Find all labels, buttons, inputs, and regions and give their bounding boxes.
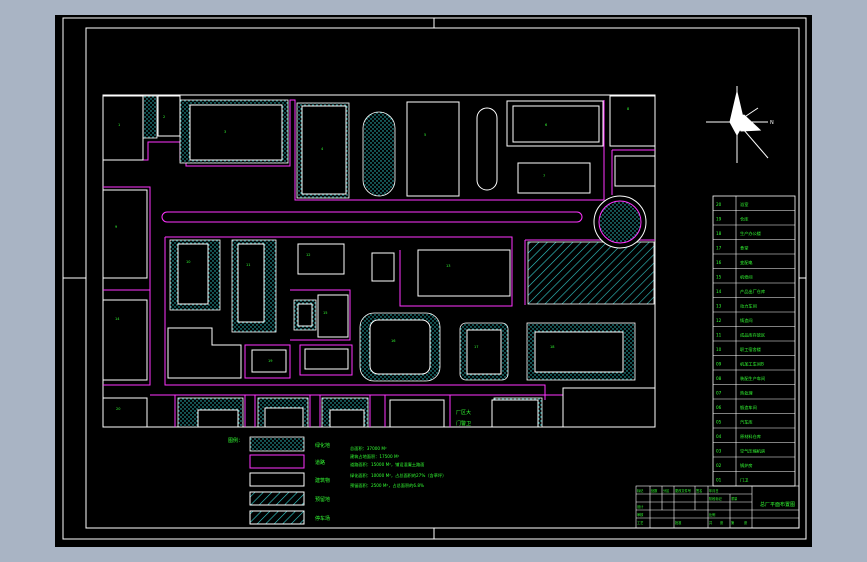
legend-item-text: 道路: [315, 459, 325, 466]
schedule-row-name: 生产办公楼: [740, 230, 761, 237]
legend-swatch-building: [249, 472, 305, 487]
building-label: 18: [550, 345, 554, 349]
schedule-row-name: 成品库存放区: [740, 331, 765, 338]
schedule-row-name: 变配电: [740, 259, 753, 266]
building-label: 12: [306, 253, 310, 257]
note-line: 总面积：37000 M²: [350, 445, 387, 452]
schedule-row-number: 16: [716, 260, 722, 265]
title-block-cell: 工艺: [637, 520, 643, 525]
schedule-row-name: 铸造间: [740, 317, 753, 324]
schedule-row-number: 19: [716, 216, 722, 221]
schedule-row-name: 热处理: [740, 389, 753, 396]
building-label: 13: [446, 264, 450, 268]
roundabout: [593, 195, 647, 249]
building-schedule: 20 浴室 19 仓库 18 生产办公楼 17 食堂 16 变配电 15 机修间 14 产品出厂仓库 13 动…: [712, 195, 796, 487]
note-line: 预留面积：2500 M²，占总面积的6.8%: [350, 482, 424, 489]
building-label: 5: [424, 133, 426, 137]
schedule-row-number: 05: [716, 419, 722, 424]
title-block-cell: 审核: [637, 512, 644, 517]
title-block-cell: 重量: [731, 496, 738, 501]
legend-swatch-parking: [249, 510, 305, 525]
schedule-row-number: 03: [716, 448, 722, 453]
schedule-row-name: 空气压缩机房: [740, 447, 765, 454]
building-label: 20: [116, 407, 120, 411]
legend-item-text: 预留地: [315, 496, 330, 503]
schedule-row-name: 产品出厂仓库: [740, 288, 765, 295]
schedule-row-name: 锅炉房: [740, 462, 753, 469]
note-line: 道路面积：15000 M²，铺设混凝土路面: [350, 461, 424, 468]
schedule-row-name: 机加工车间B: [740, 360, 764, 367]
schedule-row-number: 01: [716, 477, 722, 482]
drawing-title: 总厂平面布置图: [760, 501, 795, 508]
building-label: 9: [115, 225, 117, 229]
building-label: 16: [391, 339, 395, 343]
schedule-row-number: 12: [716, 318, 722, 323]
schedule-row-number: 02: [716, 463, 722, 468]
schedule-row-number: 18: [716, 231, 722, 236]
building-label: 15: [323, 311, 327, 315]
title-block-cell: 分区: [663, 488, 670, 493]
schedule-row-name: 原材料仓库: [740, 433, 761, 440]
note-line: 建筑占地面积：17500 M²: [350, 453, 400, 460]
building-label: 14: [115, 317, 120, 321]
schedule-row-name: 机修间: [740, 273, 753, 280]
schedule-row-number: 13: [716, 303, 722, 308]
schedule-row-number: 15: [716, 274, 722, 279]
building-label: 8: [627, 107, 629, 111]
legend-swatch-road: [249, 454, 305, 469]
title-block-cell: 阶段标记: [709, 496, 723, 501]
cad-viewport: 1 2 3 4 5 6 7 8 9 10 11 12 13 14 15 16 1…: [0, 0, 867, 562]
schedule-row-name: 锻造车间: [740, 404, 757, 411]
legend-item-text: 绿化地: [315, 442, 330, 449]
building-label: 10: [186, 260, 190, 264]
building-label: 17: [474, 345, 478, 349]
building-label: 7: [543, 174, 545, 178]
schedule-row-number: 14: [716, 289, 722, 294]
schedule-row-number: 10: [716, 347, 722, 352]
building-label: 11: [246, 263, 250, 267]
legend-item-text: 停车场: [315, 515, 330, 522]
title-block-cell: 处数: [651, 488, 658, 493]
title-block-cell: 比例: [709, 512, 715, 517]
svg-text:N: N: [770, 120, 774, 126]
schedule-row-number: 06: [716, 405, 722, 410]
title-block-cell: 标记: [637, 488, 644, 493]
legend-item-text: 建筑物: [315, 477, 330, 484]
building-label: 1: [118, 123, 120, 127]
schedule-row-number: 08: [716, 376, 722, 381]
schedule-row-name: 动力车间: [740, 302, 757, 309]
schedule-row-number: 20: [716, 202, 722, 207]
building-label: 2: [163, 115, 165, 119]
title-block-cell: 设计: [637, 504, 644, 509]
schedule-row-name: 食堂: [740, 244, 748, 251]
schedule-row-name: 装配生产车间: [740, 375, 765, 382]
title-block-cell: 年月日: [709, 488, 719, 493]
building-label: 6: [545, 123, 547, 127]
schedule-row-number: 11: [716, 332, 722, 337]
schedule-row-number: 07: [716, 390, 722, 395]
schedule-row-name: 汽车库: [740, 418, 753, 425]
schedule-row-number: 09: [716, 361, 722, 366]
svg-text:门警卫: 门警卫: [456, 420, 471, 427]
schedule-row-name: 浴室: [740, 201, 748, 208]
title-block-cell: 签名: [696, 488, 702, 493]
building-label: 3: [224, 130, 226, 134]
schedule-row-name: 仓库: [740, 215, 748, 222]
schedule-row-name: 门卫: [740, 476, 748, 483]
title-block-cell: 批准: [675, 520, 682, 525]
schedule-row-number: 17: [716, 245, 722, 250]
legend-label: 图例：: [228, 437, 243, 444]
legend-swatch-reserved: [249, 491, 305, 506]
site-plan-drawing: 1 2 3 4 5 6 7 8 9 10 11 12 13 14 15 16 1…: [55, 15, 812, 547]
schedule-row-name: 职工宿舍楼: [740, 346, 761, 353]
title-block-cell: 更改文件号: [675, 488, 691, 493]
legend-swatch-green: [249, 436, 305, 452]
note-line: 绿化面积：10000 M²，占总面积的27%（含草坪）: [350, 472, 446, 479]
schedule-row-number: 04: [716, 434, 722, 439]
svg-text:厂区大: 厂区大: [456, 409, 471, 416]
building-label: 19: [268, 359, 272, 363]
reserved-area: [527, 241, 655, 305]
